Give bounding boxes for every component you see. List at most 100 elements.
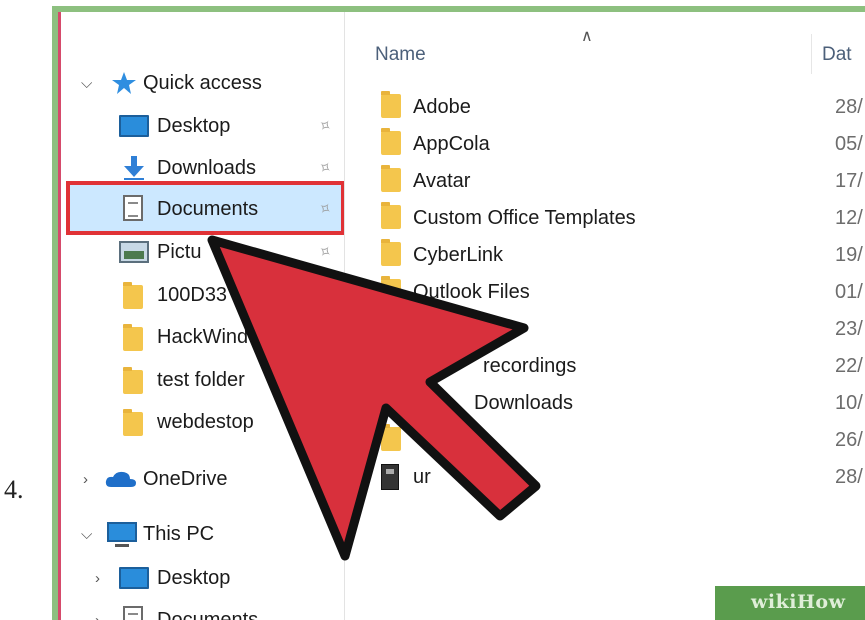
folder-icon	[123, 324, 143, 351]
file-date: 05/	[835, 133, 863, 155]
file-row[interactable]: Custom Office Templates 12/	[345, 199, 865, 236]
chevron-down-icon[interactable]: ⌵	[81, 75, 92, 92]
file-row[interactable]: CyberLink 19/	[345, 236, 865, 273]
document-icon	[123, 606, 143, 620]
folder-icon	[381, 91, 401, 118]
nav-quick-access[interactable]: ⌵ Quick access	[61, 63, 344, 103]
document-icon	[123, 195, 143, 221]
column-header-date[interactable]: Dat	[822, 44, 852, 66]
nav-label: 100D33	[157, 283, 228, 306]
nav-item-folder[interactable]: HackWind	[61, 317, 344, 357]
folder-icon	[381, 313, 401, 340]
folder-icon	[123, 367, 143, 394]
nav-item-pictures[interactable]: Pictu ✧	[61, 232, 344, 272]
computer-icon	[107, 522, 137, 547]
file-name: Outlook Files	[413, 281, 530, 303]
folder-icon	[123, 282, 143, 309]
file-list-pane: ∧ Name Dat Adobe 28/ AppCola 05/ Avatar …	[345, 12, 865, 620]
file-icon	[381, 464, 399, 490]
nav-label: test folder	[157, 368, 245, 391]
pictures-icon	[119, 241, 149, 263]
file-name: AppCola	[413, 133, 490, 155]
cloud-icon	[105, 471, 136, 487]
file-name: Downloads	[474, 392, 573, 414]
file-row[interactable]: recordings 22/	[345, 347, 865, 384]
nav-label: Quick access	[143, 71, 262, 94]
nav-label: HackWind	[157, 325, 249, 348]
desktop-icon	[119, 115, 149, 137]
nav-item-desktop[interactable]: › Desktop	[61, 558, 344, 598]
folder-icon	[381, 165, 401, 192]
wikihow-watermark: wikiHow	[715, 586, 865, 620]
watermark-text: wikiHow	[751, 591, 846, 613]
chevron-down-icon[interactable]: ⌵	[81, 526, 92, 543]
folder-icon	[381, 239, 401, 266]
nav-label: Desktop	[157, 566, 231, 589]
file-date: 12/	[835, 207, 863, 229]
file-name: CyberLink	[413, 244, 504, 266]
pin-icon[interactable]: ✧	[313, 197, 335, 221]
file-row[interactable]: Outlook Files 01/	[345, 273, 865, 310]
file-explorer-window: ⌵ Quick access Desktop ✧ Downloads ✧ Doc…	[58, 12, 865, 620]
nav-item-folder[interactable]: test folder	[61, 360, 344, 400]
nav-label: Desktop	[157, 114, 231, 137]
nav-onedrive[interactable]: › OneDrive	[61, 459, 344, 499]
screenshot-frame: ⌵ Quick access Desktop ✧ Downloads ✧ Doc…	[52, 6, 865, 620]
nav-item-downloads[interactable]: Downloads ✧	[61, 148, 344, 188]
navigation-pane: ⌵ Quick access Desktop ✧ Downloads ✧ Doc…	[61, 12, 345, 620]
desktop-icon	[119, 567, 149, 589]
nav-item-documents[interactable]: Documents ✧	[61, 189, 344, 229]
nav-item-folder[interactable]: webdestop	[61, 402, 344, 442]
pin-icon[interactable]: ✧	[313, 114, 335, 138]
step-number: 4.	[4, 475, 24, 504]
nav-item-desktop[interactable]: Desktop ✧	[61, 106, 344, 146]
star-icon	[112, 72, 136, 94]
file-row[interactable]: Avatar 17/	[345, 162, 865, 199]
nav-label: webdestop	[157, 410, 254, 433]
file-date: 22/	[835, 355, 863, 377]
file-name: Adobe	[413, 96, 471, 118]
file-row[interactable]: 23/	[345, 310, 865, 347]
file-date: 23/	[835, 318, 863, 340]
folder-icon	[381, 276, 401, 303]
nav-item-documents[interactable]: › Documents	[61, 600, 344, 620]
chevron-right-icon[interactable]: ›	[83, 471, 88, 488]
file-row[interactable]: Adobe 28/	[345, 88, 865, 125]
folder-icon	[381, 202, 401, 229]
pin-icon[interactable]: ✧	[313, 156, 335, 180]
folder-icon	[381, 128, 401, 155]
chevron-right-icon[interactable]: ›	[95, 570, 100, 587]
sort-ascending-icon[interactable]: ∧	[581, 26, 593, 46]
file-name: Avatar	[413, 170, 471, 192]
nav-label: Documents	[157, 608, 259, 620]
nav-this-pc[interactable]: ⌵ This PC	[61, 514, 344, 554]
folder-icon	[381, 387, 401, 414]
file-date: 01/	[835, 281, 863, 303]
nav-label: Downloads	[157, 156, 256, 179]
chevron-right-icon[interactable]: ›	[95, 612, 100, 620]
file-date: 26/	[835, 429, 863, 451]
nav-label: Pictu	[157, 240, 202, 263]
folder-icon	[381, 350, 401, 377]
file-row[interactable]: Downloads 10/	[345, 384, 865, 421]
nav-label: OneDrive	[143, 467, 228, 490]
folder-icon	[381, 424, 401, 451]
file-row[interactable]: AppCola 05/	[345, 125, 865, 162]
file-date: 28/	[835, 466, 863, 488]
file-name: ur	[413, 466, 431, 488]
file-name: recordings	[483, 355, 577, 377]
nav-label: Documents	[157, 197, 259, 220]
file-row[interactable]: 26/	[345, 421, 865, 458]
nav-label: This PC	[143, 522, 215, 545]
column-separator[interactable]	[811, 34, 812, 74]
folder-icon	[123, 409, 143, 436]
file-date: 19/	[835, 244, 863, 266]
file-date: 28/	[835, 96, 863, 118]
pin-icon[interactable]: ✧	[313, 240, 335, 264]
nav-item-folder[interactable]: 100D33	[61, 275, 344, 315]
download-arrow-icon	[124, 156, 144, 180]
file-date: 17/	[835, 170, 863, 192]
file-name: Custom Office Templates	[413, 207, 636, 229]
column-header-name[interactable]: Name	[375, 44, 426, 66]
file-row[interactable]: ur 28/	[345, 458, 865, 495]
